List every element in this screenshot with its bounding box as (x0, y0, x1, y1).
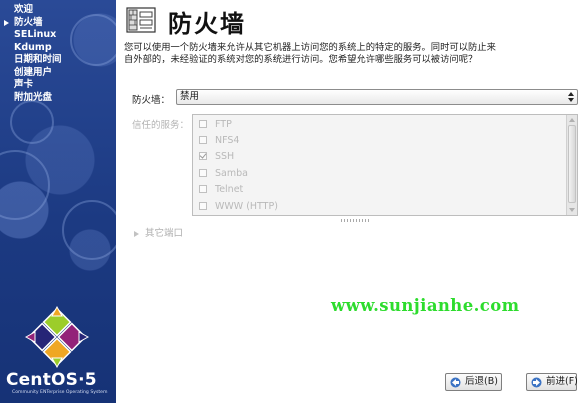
firewall-select[interactable]: 禁用 (176, 89, 578, 105)
sidebar-swirl-decoration (70, 14, 116, 66)
pane-resize-grip[interactable] (341, 219, 371, 222)
trusted-services-label: 信任的服务： (132, 120, 190, 131)
service-item-samba[interactable]: Samba (199, 166, 248, 182)
next-button[interactable]: 前进(F) (526, 373, 578, 391)
trusted-services-list: FTP NFS4 SSH Samba Telnet WWW (HTTP) (192, 114, 578, 216)
service-item-nfs4[interactable]: NFS4 (199, 133, 239, 149)
select-updown-arrows-icon (568, 92, 574, 102)
page-description: 您可以使用一个防火墙来允许从其它机器上访问您的系统上的特定的服务。同时可以防止来… (124, 42, 496, 65)
sidebar-swirl-decoration (62, 200, 116, 260)
sidebar: 欢迎 防火墙 SELinux Kdump 日期和时间 创建用户 声卡 附加光盘 … (0, 0, 116, 403)
centos-tagline: Community ENTerprise Operating System (12, 390, 108, 395)
step-selinux: SELinux (14, 29, 57, 40)
back-button[interactable]: 后退(B) (445, 373, 502, 391)
service-item-telnet[interactable]: Telnet (199, 182, 243, 198)
service-checkbox-www-http[interactable] (199, 201, 207, 210)
service-checkbox-ssh[interactable] (199, 151, 207, 160)
firewall-wall-icon (126, 7, 156, 33)
services-scrollbar[interactable] (566, 115, 577, 215)
service-item-ftp[interactable]: FTP (199, 117, 232, 133)
centos-logo-icon (24, 306, 90, 368)
service-item-www-http[interactable]: WWW (HTTP) (199, 199, 278, 215)
service-checkbox-telnet[interactable] (199, 184, 207, 193)
step-firewall-current: 防火墙 (4, 17, 62, 30)
watermark-text: www.sunjianhe.com (331, 296, 520, 315)
service-checkbox-nfs4[interactable] (199, 135, 207, 144)
service-item-ssh[interactable]: SSH (199, 149, 234, 165)
page-title: 防火墙 (168, 10, 246, 38)
step-welcome: 欢迎 (14, 4, 34, 15)
setup-steps-list: 欢迎 防火墙 SELinux Kdump 日期和时间 创建用户 声卡 附加光盘 (4, 4, 62, 104)
step-date-time: 日期和时间 (14, 54, 62, 65)
current-step-pointer-icon (4, 19, 9, 26)
scroll-down-arrow-icon[interactable] (569, 208, 575, 212)
service-checkbox-ftp[interactable] (199, 119, 207, 128)
step-kdump: Kdump (14, 41, 52, 53)
sidebar-swirl-decoration (0, 150, 50, 220)
step-sound-card: 声卡 (14, 79, 34, 90)
step-create-user: 创建用户 (14, 66, 53, 78)
firewall-label: 防火墙： (132, 95, 171, 106)
centos-brand-name: CentOS·5 (6, 370, 97, 390)
firewall-select-value: 禁用 (180, 91, 200, 102)
next-arrow-icon (531, 377, 542, 388)
scrollbar-thumb[interactable] (568, 125, 576, 203)
back-arrow-icon (450, 377, 461, 388)
step-additional-cds: 附加光盘 (14, 91, 53, 103)
main-panel: 防火墙 您可以使用一个防火墙来允许从其它机器上访问您的系统上的特定的服务。同时可… (116, 0, 580, 403)
sidebar-swirl-decoration (10, 100, 54, 144)
scroll-up-arrow-icon[interactable] (569, 118, 575, 122)
expander-triangle-icon (134, 230, 139, 237)
other-ports-expander[interactable]: 其它端口 (134, 225, 183, 239)
service-checkbox-samba[interactable] (199, 168, 207, 177)
